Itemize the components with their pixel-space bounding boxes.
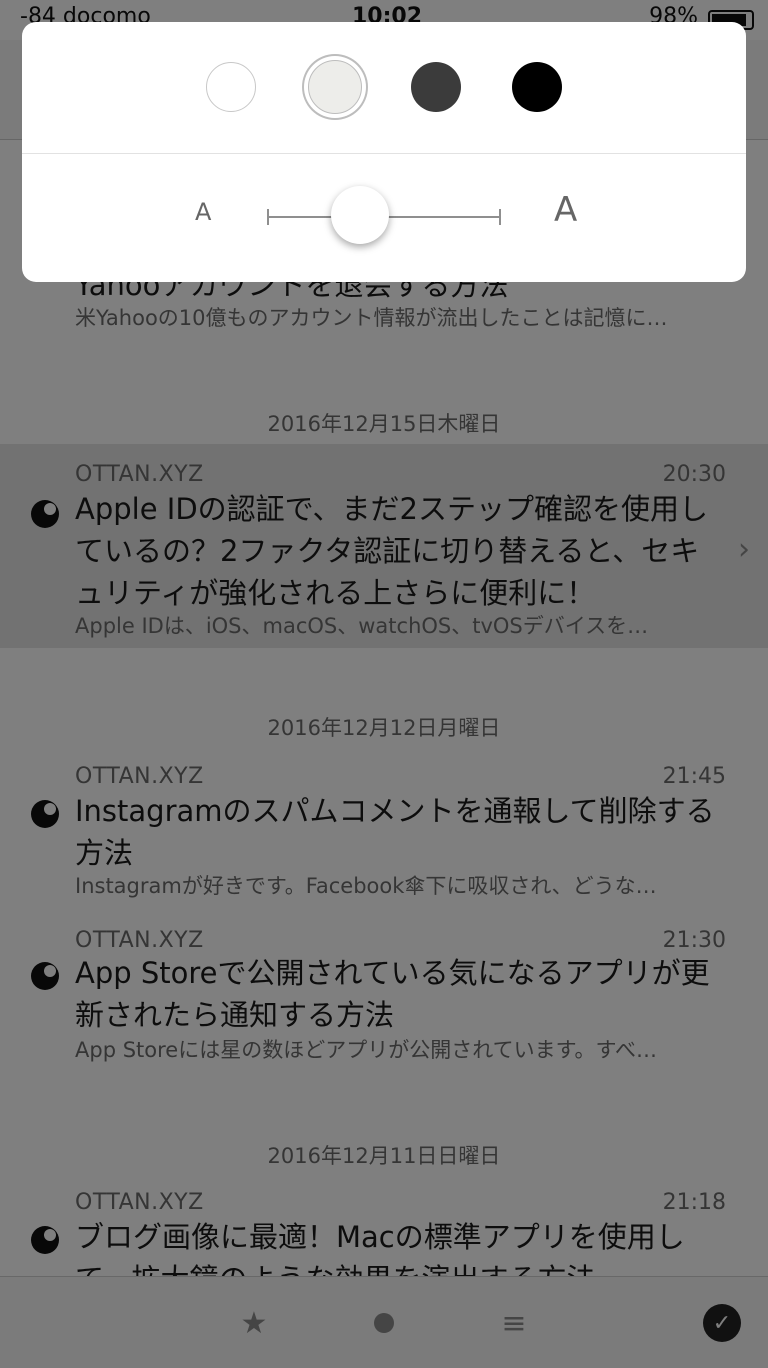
font-size-row: A A	[22, 154, 746, 282]
theme-sepia-button[interactable]	[308, 60, 362, 114]
font-size-small-label: A	[195, 198, 212, 226]
font-size-large-label: A	[554, 190, 578, 230]
theme-white-button[interactable]	[206, 62, 256, 112]
slider-tick-max	[499, 209, 501, 225]
font-size-slider-thumb[interactable]	[331, 186, 389, 244]
theme-dark-gray-button[interactable]	[411, 62, 461, 112]
appearance-popover: A A	[22, 22, 746, 282]
theme-black-button[interactable]	[512, 62, 562, 112]
theme-selector	[22, 22, 746, 154]
